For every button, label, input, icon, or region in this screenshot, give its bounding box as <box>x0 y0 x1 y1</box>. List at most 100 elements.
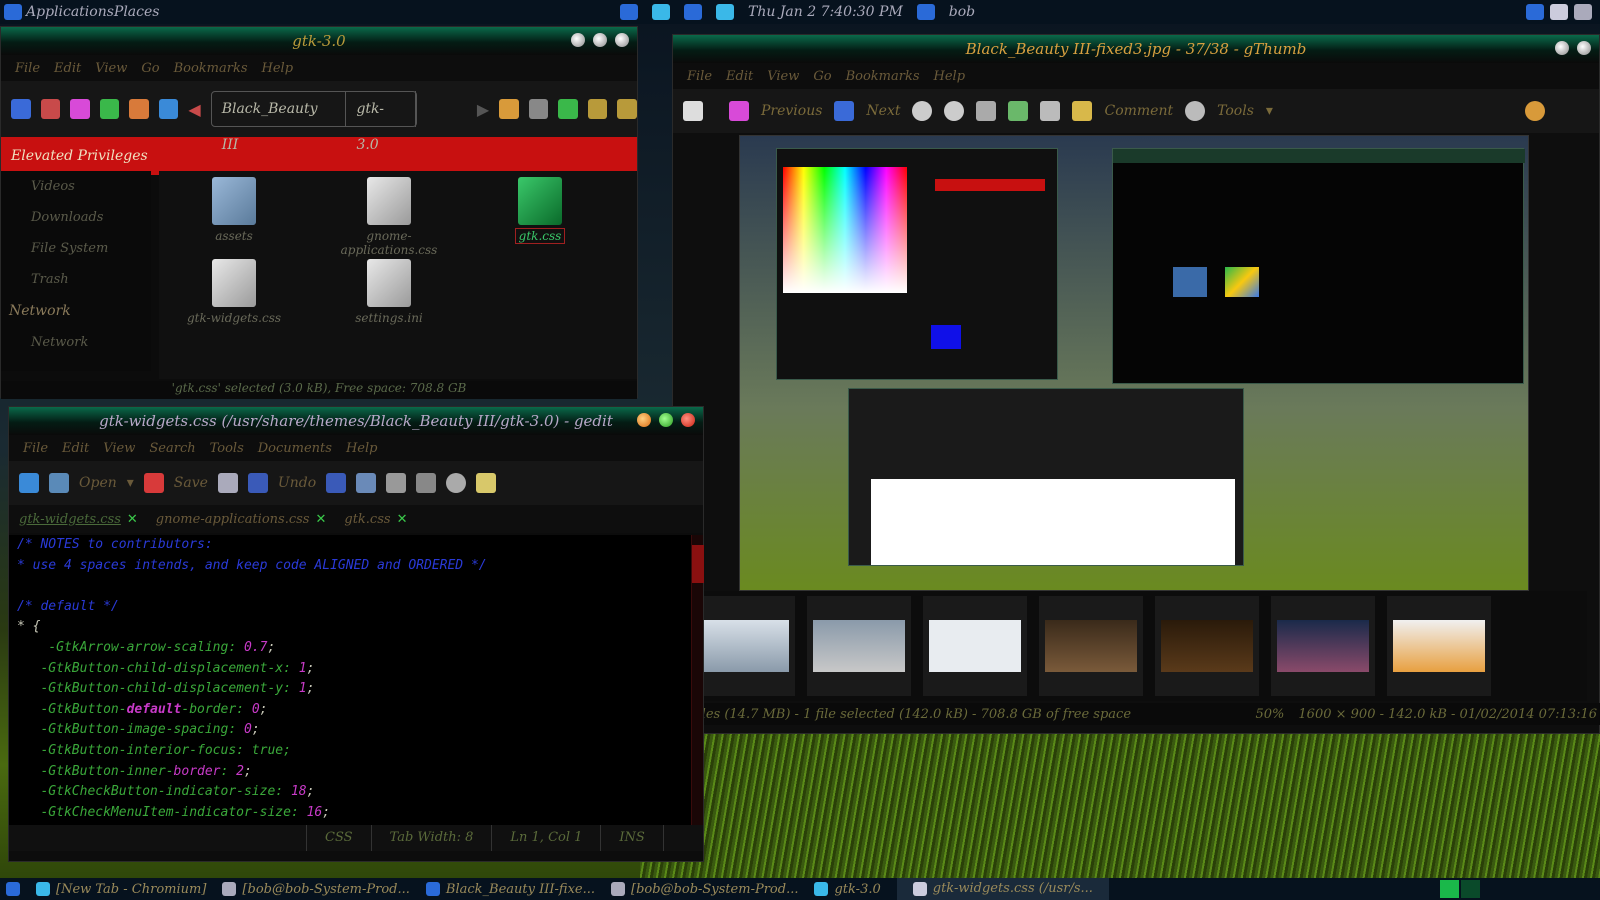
back-arrow-icon[interactable] <box>11 99 31 119</box>
thumbnail[interactable] <box>1387 596 1491 696</box>
taskbar-item[interactable]: gtk-3.0 <box>814 882 881 897</box>
menu-view[interactable]: View <box>95 61 127 76</box>
file-item[interactable]: gtk-widgets.css <box>169 253 299 325</box>
fit-window-icon[interactable] <box>1008 101 1029 121</box>
menu-edit[interactable]: Edit <box>726 69 753 84</box>
sidebar-item-downloads[interactable]: Downloads <box>1 202 151 233</box>
taskbar-item[interactable]: [bob@bob-System-Prod... <box>222 882 410 897</box>
menu-go[interactable]: Go <box>813 69 831 84</box>
next-button[interactable]: Next <box>866 103 900 119</box>
thumbnail[interactable] <box>1271 596 1375 696</box>
home-icon[interactable] <box>1550 4 1568 20</box>
grid-view-icon[interactable] <box>558 99 578 119</box>
cut-icon[interactable] <box>356 473 377 493</box>
compact-view-icon[interactable] <box>617 99 638 119</box>
tools-button[interactable]: Tools <box>1217 103 1254 119</box>
save-button[interactable]: Save <box>174 475 208 491</box>
bluetooth-icon[interactable] <box>620 4 638 20</box>
menu-tools[interactable]: Tools <box>210 441 244 456</box>
sidebar-item-videos[interactable]: Videos <box>1 171 151 202</box>
minimize-button[interactable] <box>571 33 585 47</box>
menu-view[interactable]: View <box>103 441 135 456</box>
language-selector[interactable]: CSS <box>307 825 372 851</box>
taskbar-item[interactable]: Black_Beauty III-fixe... <box>425 882 595 897</box>
scrollbar-thumb[interactable] <box>692 545 704 583</box>
weather-icon[interactable] <box>684 4 702 20</box>
file-item[interactable]: settings.ini <box>324 253 454 325</box>
minimize-button[interactable] <box>637 413 651 427</box>
workspace-1[interactable] <box>1440 880 1459 898</box>
tab-width-selector[interactable]: Tab Width: 8 <box>372 825 493 851</box>
clock[interactable]: Thu Jan 2 7:40:30 PM <box>748 4 903 20</box>
network-icon[interactable] <box>652 4 670 20</box>
chevron-down-icon[interactable]: ▾ <box>127 475 134 491</box>
menu-help[interactable]: Help <box>262 61 294 76</box>
close-button[interactable] <box>681 413 695 427</box>
file-manager-titlebar[interactable]: gtk-3.0 <box>1 27 637 55</box>
menu-edit[interactable]: Edit <box>54 61 81 76</box>
menu-edit[interactable]: Edit <box>62 441 89 456</box>
previous-button[interactable]: Previous <box>761 103 822 119</box>
print-icon[interactable] <box>217 473 238 493</box>
comment-button[interactable]: Comment <box>1104 103 1173 119</box>
file-item-selected[interactable]: gtk.css <box>475 171 605 244</box>
menu-view[interactable]: View <box>767 69 799 84</box>
thumbnail[interactable] <box>1039 596 1143 696</box>
taskbar-item-active[interactable]: gtk-widgets.css (/usr/s... <box>896 878 1109 900</box>
sort-icon[interactable] <box>499 99 519 119</box>
sidebar-item-file-system[interactable]: File System <box>1 233 151 264</box>
menu-file[interactable]: File <box>23 441 48 456</box>
show-desktop-icon[interactable] <box>6 882 20 896</box>
taskbar-item[interactable]: [bob@bob-System-Prod... <box>611 882 798 897</box>
computer-icon[interactable] <box>158 99 179 119</box>
zoom-in-icon[interactable] <box>912 101 933 121</box>
breadcrumb-item[interactable]: Black_Beauty III <box>212 91 347 153</box>
volume-icon[interactable] <box>716 4 734 20</box>
image-viewer-titlebar[interactable]: Black_Beauty III-fixed3.jpg - 37/38 - gT… <box>673 35 1599 63</box>
tab-gtk-widgets[interactable]: gtk-widgets.css ✕ <box>19 512 138 527</box>
text-editor-titlebar[interactable]: gtk-widgets.css (/usr/share/themes/Black… <box>9 407 703 435</box>
menu-go[interactable]: Go <box>141 61 159 76</box>
workspace-switcher[interactable] <box>1440 880 1480 898</box>
maximize-button[interactable] <box>593 33 607 47</box>
applications-places-menu[interactable]: ApplicationsPlaces <box>0 4 200 20</box>
browser-grid-icon[interactable] <box>683 101 703 121</box>
sidebar-header-network[interactable]: Network <box>1 295 151 327</box>
menu-help[interactable]: Help <box>346 441 378 456</box>
list-view-icon[interactable] <box>587 99 608 119</box>
sidebar-item-trash[interactable]: Trash <box>1 264 151 295</box>
menu-file[interactable]: File <box>687 69 712 84</box>
tab-gnome-applications[interactable]: gnome-applications.css ✕ <box>156 512 327 527</box>
redo-arrow-icon[interactable] <box>326 473 347 493</box>
palette-icon[interactable] <box>1524 101 1545 121</box>
close-button[interactable] <box>615 33 629 47</box>
thumbnail[interactable] <box>807 596 911 696</box>
search-icon[interactable] <box>446 473 467 493</box>
breadcrumb-left-arrow-icon[interactable]: ◀ <box>188 100 200 119</box>
menu-help[interactable]: Help <box>934 69 966 84</box>
sidebar-item-network[interactable]: Network <box>1 327 151 358</box>
zoom-level[interactable]: 50% <box>1256 707 1285 722</box>
breadcrumb-right-arrow-icon[interactable]: ▶ <box>477 100 489 119</box>
reload-icon[interactable] <box>99 99 120 119</box>
image-preview[interactable] <box>739 135 1529 591</box>
file-item[interactable]: gnome-applications.css <box>324 171 454 257</box>
undo-button[interactable]: Undo <box>278 475 316 491</box>
thumbnail[interactable] <box>691 596 795 696</box>
actual-size-icon[interactable] <box>1040 101 1061 121</box>
close-tab-icon[interactable]: ✕ <box>315 512 326 527</box>
menu-bookmarks[interactable]: Bookmarks <box>174 61 248 76</box>
magnifier-icon[interactable] <box>976 101 997 121</box>
breadcrumb-item[interactable]: gtk-3.0 <box>346 91 416 153</box>
close-tab-icon[interactable]: ✕ <box>397 512 408 527</box>
zoom-out-icon[interactable] <box>944 101 965 121</box>
thumbnail[interactable] <box>1155 596 1259 696</box>
find-replace-icon[interactable] <box>476 473 497 493</box>
menu-documents[interactable]: Documents <box>258 441 332 456</box>
copy-icon[interactable] <box>386 473 407 493</box>
distro-logo-icon[interactable] <box>4 4 22 20</box>
maximize-button[interactable] <box>1577 41 1591 55</box>
close-tab-icon[interactable]: ✕ <box>127 512 138 527</box>
tab-gtk-css[interactable]: gtk.css ✕ <box>344 512 407 527</box>
taskbar-item[interactable]: [New Tab - Chromium] <box>36 882 206 897</box>
